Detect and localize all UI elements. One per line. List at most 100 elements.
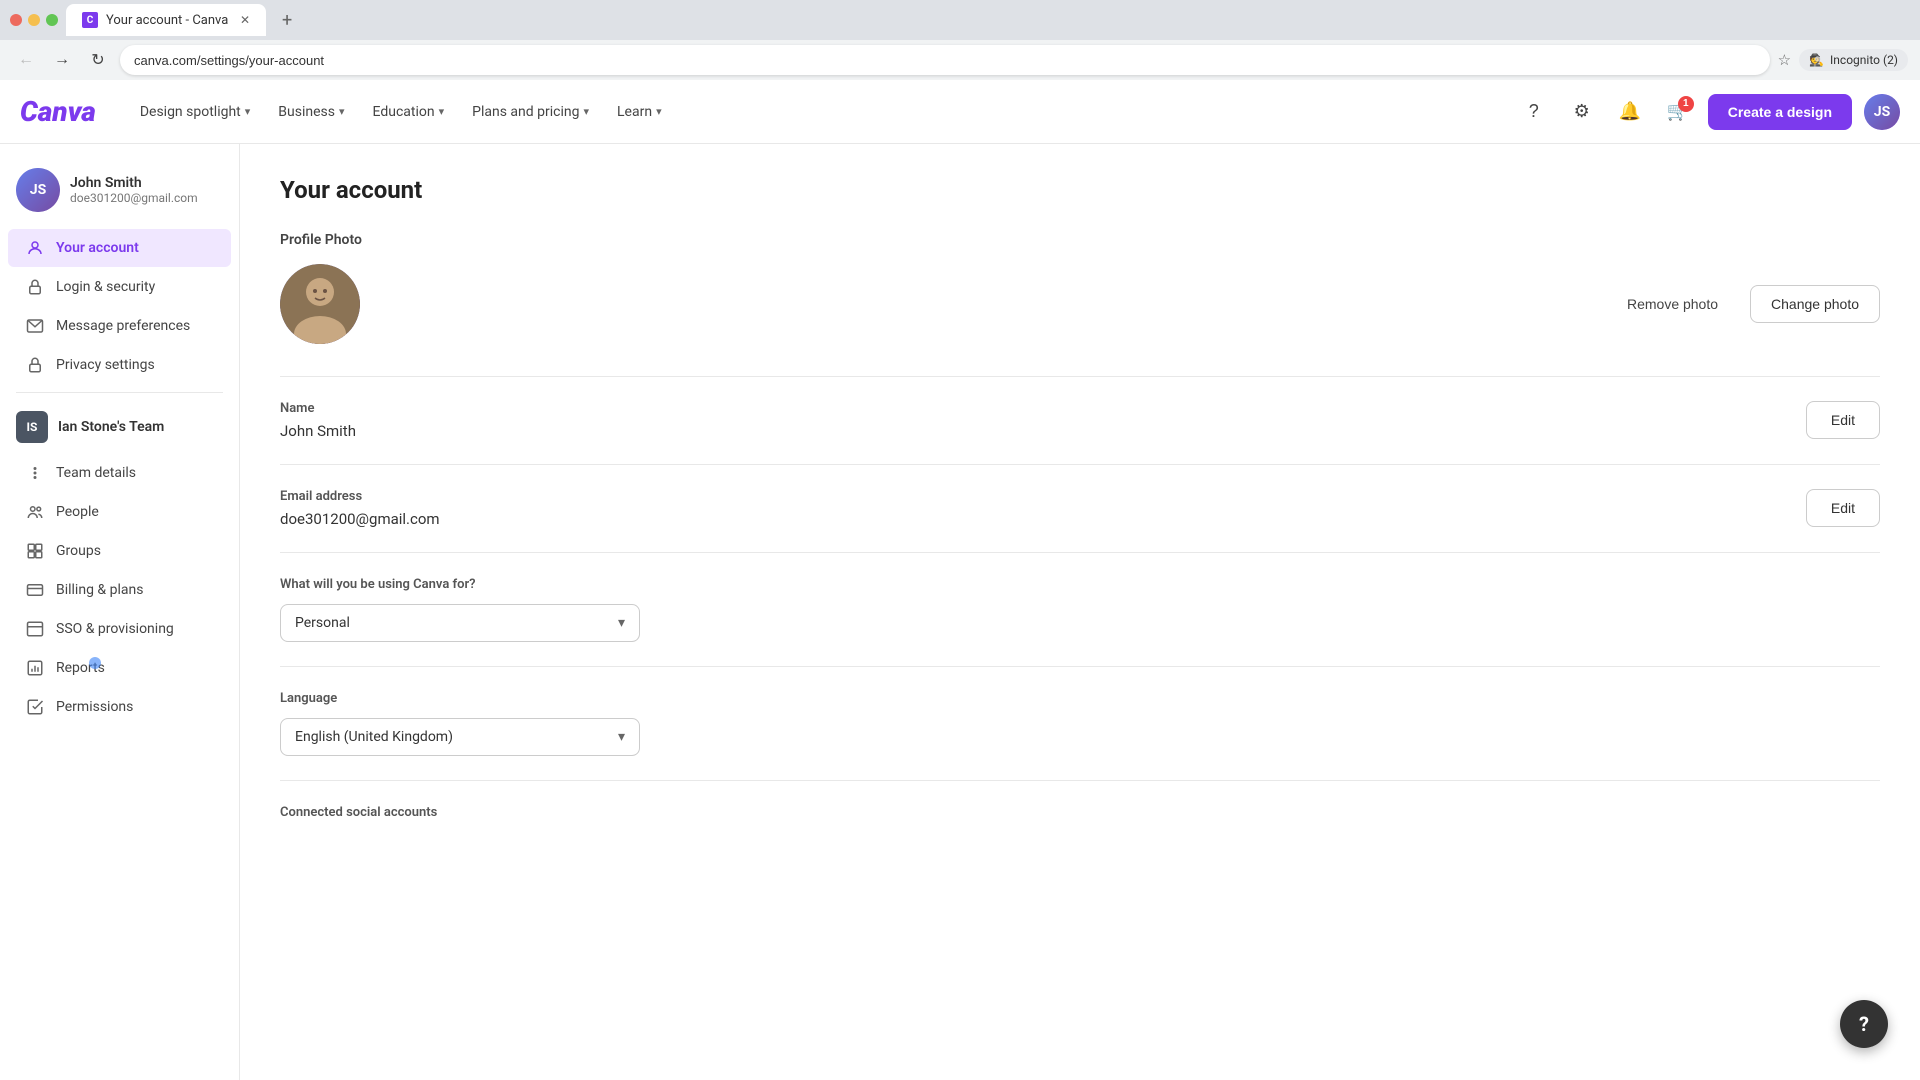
sidebar-item-label: People [56,504,99,520]
sidebar-user-name: John Smith [70,175,198,191]
help-icon: ? [1529,101,1539,122]
team-details-icon [24,464,46,482]
maximize-window-btn[interactable] [46,14,58,26]
refresh-btn[interactable]: ↻ [84,46,112,74]
name-label: Name [280,401,1790,416]
main-content: Your account Profile Photo [240,144,1920,1080]
sidebar-item-privacy-settings[interactable]: Privacy settings [8,346,231,384]
profile-photo [280,264,360,344]
new-tab-btn[interactable]: + [274,2,300,39]
gear-icon: ⚙ [1574,101,1590,122]
sidebar-item-login-security[interactable]: Login & security [8,268,231,306]
photo-actions: Remove photo Change photo [1611,285,1880,323]
sidebar-item-sso[interactable]: SSO & provisioning [8,610,231,648]
usage-dropdown[interactable]: Personal ▾ [280,604,640,642]
nav-design-spotlight[interactable]: Design spotlight ▾ [128,96,262,128]
tab-title: Your account - Canva [106,13,228,28]
profile-photo-row: Remove photo Change photo [280,264,1880,344]
language-dropdown[interactable]: English (United Kingdom) ▾ [280,718,640,756]
bookmark-icon[interactable]: ☆ [1778,51,1791,69]
nav-business-label: Business [278,104,335,120]
cart-badge: 1 [1678,96,1694,112]
name-edit-btn[interactable]: Edit [1806,401,1880,439]
social-accounts-label: Connected social accounts [280,805,1880,820]
help-btn[interactable]: ? [1516,94,1552,130]
close-window-btn[interactable] [10,14,22,26]
tab-close-btn[interactable]: ✕ [240,13,250,27]
message-icon [24,317,46,335]
social-section: Connected social accounts [280,780,1880,856]
groups-icon [24,542,46,560]
name-field-content: Name John Smith [280,401,1790,440]
chevron-down-icon: ▾ [618,729,625,745]
sidebar-item-label: Message preferences [56,318,190,334]
permissions-icon [24,698,46,716]
create-design-btn[interactable]: Create a design [1708,94,1852,130]
forward-btn[interactable]: → [48,46,76,74]
tab-favicon: C [82,12,98,28]
browser-chrome: C Your account - Canva ✕ + ← → ↻ ☆ 🕵 Inc… [0,0,1920,80]
nav-business[interactable]: Business ▾ [266,96,356,128]
sidebar-item-groups[interactable]: Groups [8,532,231,570]
sidebar-item-your-account[interactable]: Your account [8,229,231,267]
language-section: Language English (United Kingdom) ▾ [280,666,1880,780]
help-fab[interactable]: ? [1840,1000,1888,1048]
language-dropdown-value: English (United Kingdom) [295,729,453,745]
nav-design-spotlight-label: Design spotlight [140,104,241,120]
user-avatar-image: JS [1864,94,1900,130]
incognito-icon: 🕵 [1809,53,1824,67]
reports-icon [24,659,46,677]
email-section: Email address doe301200@gmail.com Edit [280,464,1880,552]
incognito-label: Incognito (2) [1830,53,1898,67]
sidebar: JS John Smith doe301200@gmail.com Your a… [0,144,240,1080]
change-photo-btn[interactable]: Change photo [1750,285,1880,323]
name-section: Name John Smith Edit [280,376,1880,464]
canva-logo[interactable]: Canva [20,95,96,128]
top-nav: Canva Design spotlight ▾ Business ▾ Educ… [0,80,1920,144]
sidebar-item-billing-plans[interactable]: Billing & plans [8,571,231,609]
nav-education[interactable]: Education ▾ [361,96,457,128]
user-avatar-nav[interactable]: JS [1864,94,1900,130]
sidebar-item-team-details[interactable]: Team details [8,454,231,492]
chevron-down-icon: ▾ [618,615,625,631]
sidebar-user-avatar: JS [16,168,60,212]
nav-learn[interactable]: Learn ▾ [605,96,674,128]
chevron-down-icon: ▾ [656,105,662,118]
chevron-down-icon: ▾ [583,105,589,118]
avatar-initials: JS [16,168,60,212]
sidebar-user-info: John Smith doe301200@gmail.com [70,175,198,205]
sidebar-item-people[interactable]: People [8,493,231,531]
nav-plans-pricing[interactable]: Plans and pricing ▾ [460,96,601,128]
notifications-btn[interactable]: 🔔 [1612,94,1648,130]
minimize-window-btn[interactable] [28,14,40,26]
account-icon [24,239,46,257]
usage-dropdown-value: Personal [295,615,350,631]
email-edit-btn[interactable]: Edit [1806,489,1880,527]
remove-photo-btn[interactable]: Remove photo [1611,288,1734,320]
profile-photo-label: Profile Photo [280,232,1880,248]
settings-btn[interactable]: ⚙ [1564,94,1600,130]
browser-window-controls [10,14,58,26]
nav-learn-label: Learn [617,104,652,120]
nav-education-label: Education [373,104,435,120]
sidebar-item-reports[interactable]: Reports [8,649,231,687]
people-icon [24,503,46,521]
chevron-down-icon: ▾ [439,105,445,118]
browser-titlebar: C Your account - Canva ✕ + [0,0,1920,40]
sidebar-item-label: Login & security [56,279,155,295]
url-bar[interactable] [120,45,1770,75]
bell-icon: 🔔 [1619,101,1641,122]
sidebar-item-message-preferences[interactable]: Message preferences [8,307,231,345]
back-btn[interactable]: ← [12,46,40,74]
incognito-profile[interactable]: 🕵 Incognito (2) [1799,49,1908,71]
browser-tab[interactable]: C Your account - Canva ✕ [66,4,266,36]
nav-plans-pricing-label: Plans and pricing [472,104,579,120]
usage-label: What will you be using Canva for? [280,577,1880,592]
team-avatar: IS [16,411,48,443]
content-area: JS John Smith doe301200@gmail.com Your a… [0,144,1920,1080]
sidebar-item-label: Billing & plans [56,582,143,598]
sidebar-item-permissions[interactable]: Permissions [8,688,231,726]
sidebar-team-header[interactable]: IS Ian Stone's Team [0,401,239,453]
cart-btn[interactable]: 🛒 1 [1660,94,1696,130]
sidebar-item-label: SSO & provisioning [56,621,174,637]
